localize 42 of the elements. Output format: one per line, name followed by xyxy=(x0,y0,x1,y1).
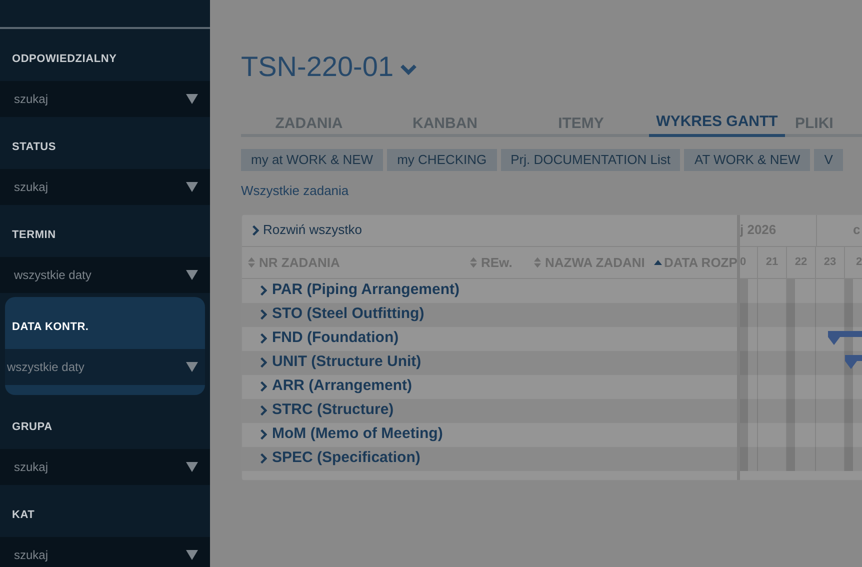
filter-dropdown[interactable]: szukaj xyxy=(0,449,210,485)
chevron-right-icon xyxy=(260,381,267,392)
gantt-bar-drawing[interactable] xyxy=(828,330,862,344)
filter-label: DATA KONTR. xyxy=(12,320,89,334)
dropdown-arrow-icon xyxy=(186,462,198,472)
dropdown-arrow-icon xyxy=(186,362,198,372)
chevron-right-icon xyxy=(260,309,267,320)
dropdown-arrow-icon xyxy=(186,270,198,280)
task-group-name[interactable]: FND (Foundation) xyxy=(272,327,399,350)
chevron-right-icon xyxy=(260,405,267,416)
filter-chip[interactable]: Prj. DOCUMENTATION List xyxy=(500,149,680,171)
tab[interactable]: WYKRES GANTT xyxy=(649,111,785,137)
dropdown-arrow-icon xyxy=(186,182,198,192)
chevron-down-icon[interactable] xyxy=(400,64,417,74)
filter-label: KAT xyxy=(12,508,35,522)
chevron-right-icon xyxy=(260,453,267,464)
filter-dropdown[interactable]: wszystkie daty xyxy=(0,257,210,293)
filter-dropdown[interactable]: szukaj xyxy=(0,169,210,205)
dropdown-arrow-icon xyxy=(186,550,198,560)
filter-dropdown[interactable]: szukaj xyxy=(0,537,210,567)
filter-label: STATUS xyxy=(12,140,56,154)
project-title: TSN-220-01 xyxy=(241,50,394,84)
filter-chip[interactable]: AT WORK & NEW xyxy=(684,149,810,171)
task-group-name[interactable]: MoM (Memo of Meeting) xyxy=(272,423,443,446)
filter-dropdown[interactable]: wszystkie daty xyxy=(5,349,205,385)
filter-chip[interactable]: my at WORK & NEW xyxy=(241,149,384,171)
filter-label: GRUPA xyxy=(12,420,52,434)
task-group-name[interactable]: PAR (Piping Arrangement) xyxy=(272,279,460,302)
filter-dropdown[interactable]: szukaj xyxy=(0,81,210,117)
dropdown-arrow-icon xyxy=(186,94,198,104)
chevron-right-icon xyxy=(252,224,259,236)
chevron-right-icon xyxy=(260,285,267,296)
task-group-name[interactable]: ARR (Arrangement) xyxy=(272,375,412,398)
filter-chip[interactable]: V xyxy=(814,149,843,171)
chevron-right-icon xyxy=(260,429,267,440)
filter-chip[interactable]: my CHECKING xyxy=(387,149,497,171)
all-tasks-link[interactable]: Wszystkie zadania xyxy=(241,181,349,200)
chevron-right-icon xyxy=(260,333,267,344)
filter-label: TERMIN xyxy=(12,228,56,242)
filter-label: ODPOWIEDZIALNY xyxy=(12,52,117,66)
expand-all-button[interactable]: Rozwiń wszystko xyxy=(252,220,362,240)
chevron-right-icon xyxy=(260,357,267,368)
